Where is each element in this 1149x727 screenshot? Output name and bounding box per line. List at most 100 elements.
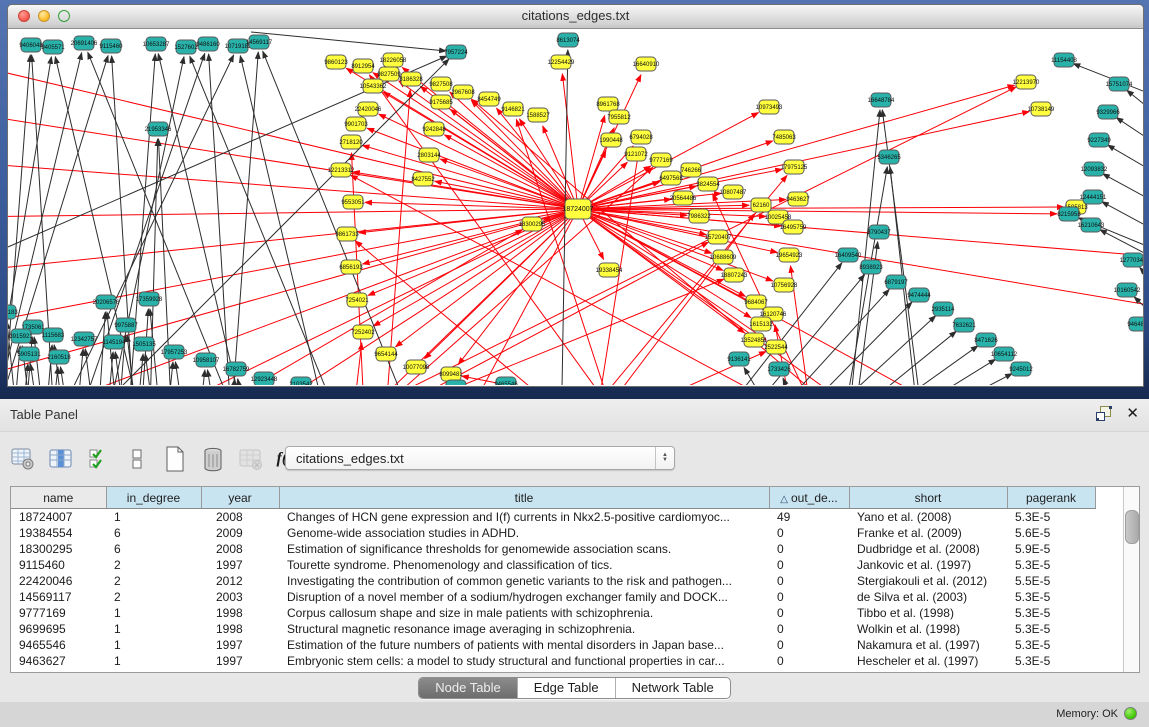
table-row[interactable]: 977716911998Corpus callosum shape and si… [11,605,1095,621]
graph-node[interactable]: 10653287 [143,37,170,51]
graph-node[interactable]: 18300295 [519,217,546,231]
graph-node[interactable]: 7252402 [351,325,375,339]
graph-node[interactable]: 9329966 [1096,105,1120,119]
graph-node[interactable]: 12770342 [1120,253,1143,267]
window-titlebar[interactable]: citations_edges.txt [8,5,1143,29]
graph-node[interactable]: 8454749 [477,92,501,106]
graph-node[interactable]: 3915921 [9,329,33,343]
graph-node[interactable]: 9242848 [422,122,446,136]
graph-node[interactable]: 7485063 [772,130,796,144]
graph-node[interactable]: 9901703 [344,117,368,131]
graph-node[interactable]: 62160 [751,198,771,212]
graph-node[interactable]: 9121072 [624,147,648,161]
column-header-name[interactable]: name [11,487,106,509]
graph-node[interactable]: 18226058 [380,53,407,67]
table-mode-icon[interactable] [10,447,35,472]
graph-node[interactable]: 6794028 [629,130,653,144]
graph-node[interactable]: 9777169 [649,153,673,167]
graph-node[interactable]: 16640910 [633,57,660,71]
graph-node[interactable]: 2160518 [47,350,71,364]
graph-node[interactable]: 11154408 [1051,53,1077,67]
graph-node[interactable]: 1588527 [526,108,550,122]
graph-node[interactable]: 1990448 [599,133,623,147]
graph-node[interactable]: 10543362 [360,79,387,93]
network-view-window[interactable]: citations_edges.txt 18724007183002952242… [0,0,1149,399]
graph-node[interactable]: 5905131 [17,347,41,361]
table-row[interactable]: 969969511998Structural magnetic resonanc… [11,621,1095,637]
graph-node[interactable]: 9464854 [1127,317,1143,331]
graph-node[interactable]: 9139183 [8,305,18,319]
table-row[interactable]: 911546021997Tourette syndrome. Phenomeno… [11,557,1095,573]
graph-node[interactable]: 9861733 [335,227,359,241]
graph-node[interactable]: 9463627 [786,192,810,206]
table-row[interactable]: 946362711997Embryonic stem cells: a mode… [11,653,1095,669]
graph-node[interactable]: 3824554 [696,177,720,191]
graph-node[interactable]: 10077098 [403,360,430,374]
table-selector-dropdown[interactable]: citations_edges.txt ▲▼ [285,446,675,470]
graph-node[interactable]: 12444151 [1080,190,1107,204]
graph-node[interactable]: 17957253 [161,345,188,359]
row-height-icon[interactable] [124,447,149,472]
tab-edge-table[interactable]: Edge Table [518,678,616,698]
graph-node[interactable]: 2718120 [339,135,363,149]
graph-node[interactable]: 8613074 [556,33,580,47]
graph-node[interactable]: 2967608 [451,85,475,99]
graph-node[interactable]: 17359928 [136,292,163,306]
graph-node[interactable]: 10756928 [771,278,798,292]
graph-node[interactable]: 8427552 [411,172,435,186]
graph-node[interactable]: 17975125 [781,160,808,174]
graph-node[interactable]: 746266 [681,163,702,177]
graph-node[interactable]: 16782759 [223,362,250,376]
graph-node[interactable]: 9553051 [341,195,365,209]
graph-node[interactable]: 9227349 [1087,133,1111,147]
network-graph-canvas[interactable]: 1872400718300295224200469860123891295418… [8,29,1143,386]
column-header-pagerank[interactable]: pagerank [1007,487,1095,509]
graph-node[interactable]: 9136141 [727,352,751,366]
float-panel-icon[interactable] [1096,406,1112,421]
tab-node-table[interactable]: Node Table [419,678,518,698]
table-row[interactable]: 1830029562008Estimation of significance … [11,541,1095,557]
graph-node[interactable]: 7632621 [952,318,976,332]
graph-node[interactable]: 9175685 [429,95,453,109]
graph-node[interactable]: 1115683 [42,328,65,342]
graph-node[interactable]: 1145194 [103,335,127,349]
graph-node[interactable]: 22420046 [355,102,382,116]
table-row[interactable]: 1872400712008Changes of HCN gene express… [11,509,1095,526]
graph-node[interactable]: 18807243 [721,268,748,282]
graph-node[interactable]: 2103542 [289,377,313,385]
scrollbar-thumb[interactable] [1125,510,1139,544]
graph-node[interactable]: 8099481 [439,367,463,381]
graph-node[interactable]: 12923448 [251,372,278,385]
graph-node[interactable]: 8790437 [867,225,891,239]
graph-node[interactable]: 9146821 [501,102,525,116]
graph-node[interactable]: 9975887 [114,318,138,332]
graph-node[interactable]: 9699695 [444,380,468,385]
graph-node[interactable]: 9827508 [429,77,453,91]
graph-node[interactable]: 8471626 [974,333,998,347]
tab-network-table[interactable]: Network Table [616,678,730,698]
graph-node[interactable]: 9245012 [1009,362,1033,376]
graph-node[interactable]: 9474444 [907,288,931,302]
graph-node[interactable]: 9486160 [196,37,220,51]
graph-node[interactable]: 2803144 [417,148,441,162]
graph-node[interactable]: 9406048 [19,38,43,52]
graph-node[interactable]: 1527602 [174,40,198,54]
graph-node[interactable]: 6497568 [659,171,683,185]
close-panel-icon[interactable]: ✕ [1126,406,1139,421]
graph-node[interactable]: 2935114 [932,302,956,316]
graph-node[interactable]: 9405571 [41,40,65,54]
graph-node[interactable]: 16409540 [835,248,862,262]
graph-node[interactable]: 10807487 [720,185,747,199]
graph-node[interactable]: 7955812 [607,110,631,124]
graph-node[interactable]: 12093832 [1081,162,1108,176]
graph-node[interactable]: 10688609 [710,250,737,264]
graph-node[interactable]: 12342757 [71,332,98,346]
graph-node[interactable]: 12213970 [1013,75,1040,89]
graph-node[interactable]: 8912954 [351,59,375,73]
column-header-in_degree[interactable]: in_degree [106,487,201,509]
graph-node[interactable]: 1615132 [749,317,773,331]
graph-node[interactable]: 9684067 [744,295,768,309]
table-row[interactable]: 946554611997Estimation of the future num… [11,637,1095,653]
table-row[interactable]: 2242004622012Investigating the contribut… [11,573,1095,589]
column-header-year[interactable]: year [201,487,279,509]
